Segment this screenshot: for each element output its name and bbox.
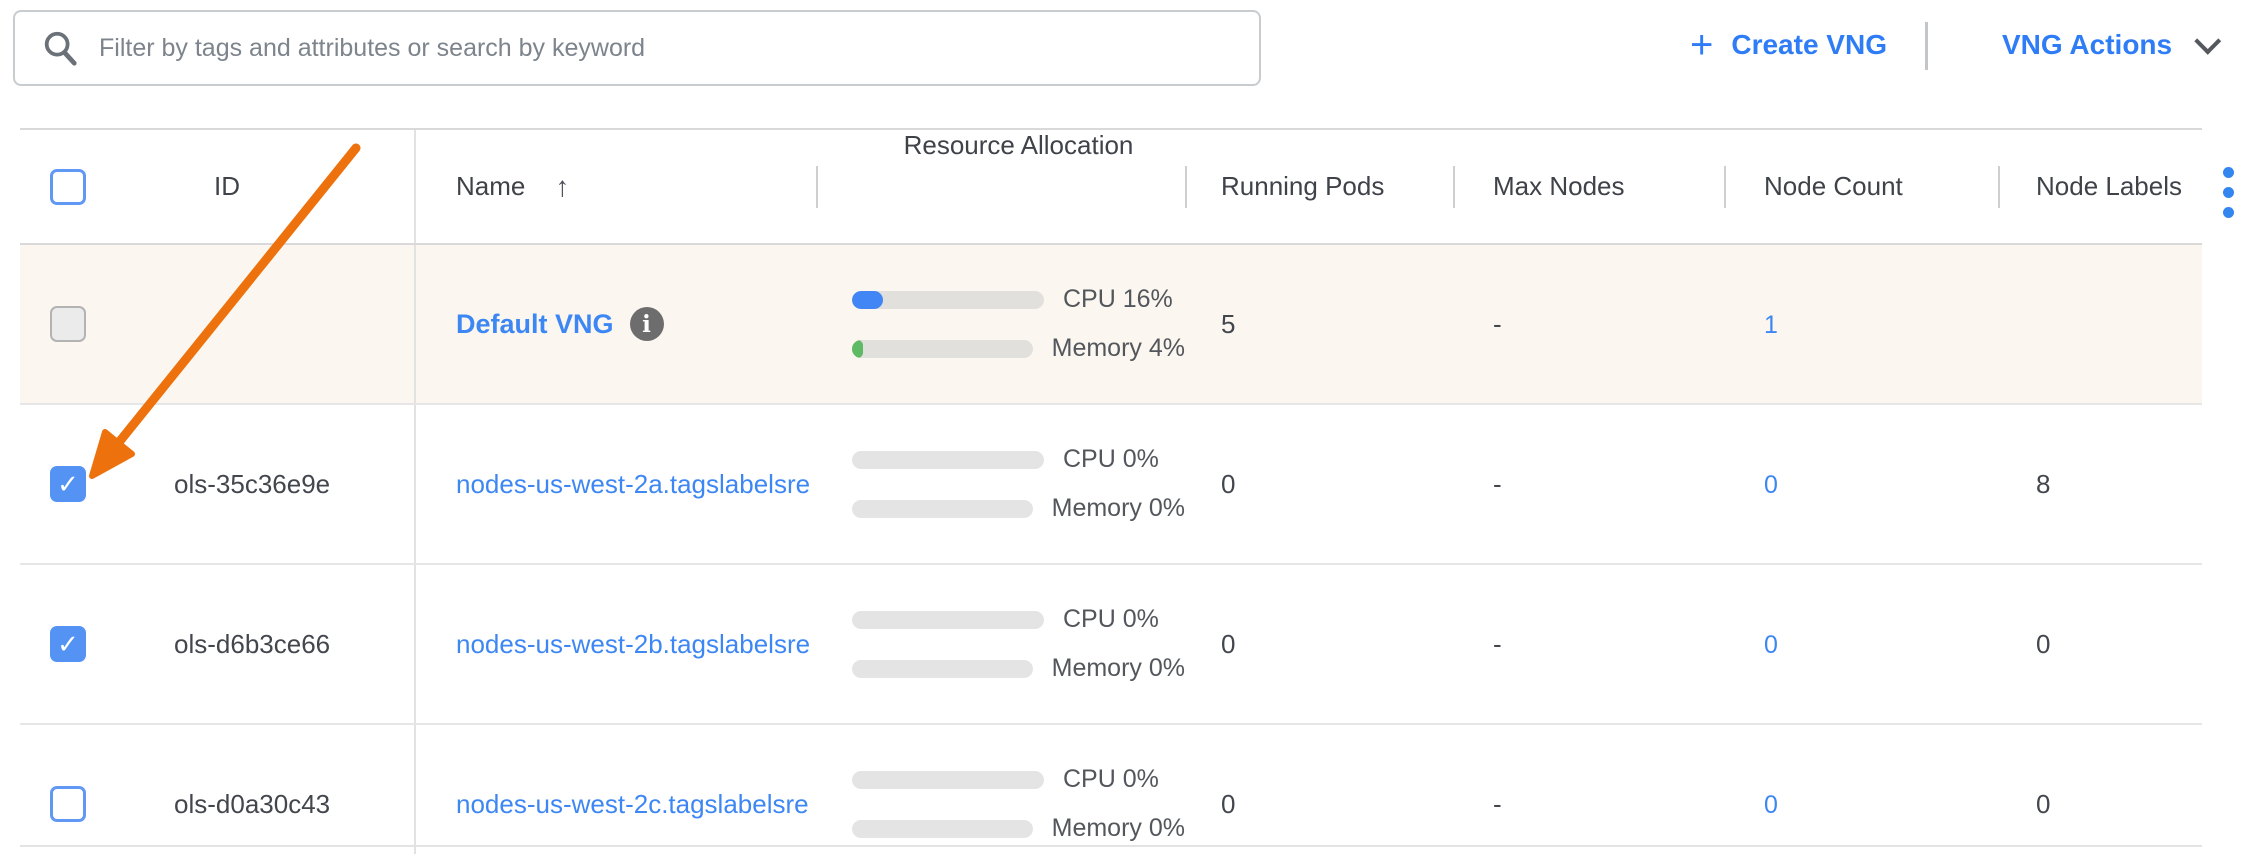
memory-label: Memory 0% (1052, 814, 1185, 843)
cpu-label: CPU 0% (1063, 765, 1159, 794)
running-pods-value: 0 (1185, 469, 1453, 500)
memory-label: Memory 0% (1052, 494, 1185, 523)
memory-usage-bar (852, 340, 1033, 358)
search-icon (41, 29, 79, 67)
memory-usage-bar (852, 500, 1033, 518)
max-nodes-value: - (1453, 309, 1724, 340)
column-header-resource-allocation[interactable]: Resource Allocation (816, 130, 1185, 243)
table-row: Default VNG CPU 16% Memory 4% 5 - 1 (20, 245, 2202, 405)
select-all-checkbox[interactable] (50, 169, 86, 205)
column-header-max-nodes[interactable]: Max Nodes (1453, 130, 1724, 243)
node-labels-value: 0 (1998, 629, 2202, 660)
memory-label: Memory 4% (1052, 334, 1185, 363)
vng-actions-dropdown[interactable]: VNG Actions (2002, 22, 2213, 68)
column-header-running-pods[interactable]: Running Pods (1185, 130, 1453, 243)
cpu-usage-bar (852, 451, 1044, 469)
table-header-row: ID Name ↑ Resource Allocation Running Po… (20, 130, 2202, 245)
column-header-node-count[interactable]: Node Count (1724, 130, 1998, 243)
running-pods-value: 0 (1185, 789, 1453, 820)
memory-bar-fill (852, 340, 863, 358)
row-checkbox[interactable] (50, 466, 86, 502)
search-input[interactable]: Filter by tags and attributes or search … (13, 10, 1261, 86)
cpu-usage-bar (852, 771, 1044, 789)
info-icon[interactable] (630, 307, 664, 341)
cpu-bar-fill (852, 291, 883, 309)
cpu-label: CPU 0% (1063, 445, 1159, 474)
vng-name-link[interactable]: nodes-us-west-2c.tagslabelsre (456, 789, 809, 820)
table-row: ols-35c36e9e nodes-us-west-2a.tagslabels… (20, 405, 2202, 565)
node-count-link[interactable]: 0 (1764, 631, 1778, 659)
column-options-kebab-icon[interactable] (2221, 165, 2236, 220)
row-checkbox[interactable] (50, 786, 86, 822)
cpu-usage-bar (852, 291, 1044, 309)
table-row: ols-d0a30c43 nodes-us-west-2c.tagslabels… (20, 725, 2202, 854)
vng-list-page: Filter by tags and attributes or search … (0, 0, 2258, 854)
chevron-down-icon (2194, 27, 2221, 54)
column-header-id[interactable]: ID (140, 130, 414, 243)
cpu-label: CPU 0% (1063, 605, 1159, 634)
table-body: Default VNG CPU 16% Memory 4% 5 - 1 ols-… (20, 245, 2202, 854)
max-nodes-value: - (1453, 469, 1724, 500)
node-count-link[interactable]: 1 (1764, 311, 1778, 339)
table-bottom-border (20, 845, 2202, 847)
node-count-link[interactable]: 0 (1764, 471, 1778, 499)
node-labels-value: 8 (1998, 469, 2202, 500)
column-header-node-labels[interactable]: Node Labels (1998, 130, 2202, 243)
search-placeholder: Filter by tags and attributes or search … (99, 34, 645, 63)
vng-id: ols-d0a30c43 (140, 789, 414, 820)
vng-id: ols-35c36e9e (140, 469, 414, 500)
vng-name-link[interactable]: nodes-us-west-2a.tagslabelsre (456, 469, 810, 500)
vng-actions-label: VNG Actions (2002, 29, 2172, 61)
row-checkbox[interactable] (50, 626, 86, 662)
sort-ascending-icon: ↑ (555, 171, 569, 203)
create-vng-label: Create VNG (1731, 29, 1887, 61)
table-row: ols-d6b3ce66 nodes-us-west-2b.tagslabels… (20, 565, 2202, 725)
row-checkbox[interactable] (50, 306, 86, 342)
running-pods-value: 5 (1185, 309, 1453, 340)
memory-usage-bar (852, 660, 1033, 678)
memory-usage-bar (852, 820, 1033, 838)
cpu-label: CPU 16% (1063, 285, 1173, 314)
running-pods-value: 0 (1185, 629, 1453, 660)
vng-id: ols-d6b3ce66 (140, 629, 414, 660)
memory-label: Memory 0% (1052, 654, 1185, 683)
vng-name-link[interactable]: nodes-us-west-2b.tagslabelsre (456, 629, 810, 660)
cpu-usage-bar (852, 611, 1044, 629)
column-header-name[interactable]: Name ↑ (414, 130, 816, 243)
node-labels-value: 0 (1998, 789, 2202, 820)
max-nodes-value: - (1453, 789, 1724, 820)
plus-icon: + (1690, 25, 1713, 65)
vng-name-link[interactable]: Default VNG (456, 309, 614, 340)
node-count-link[interactable]: 0 (1764, 791, 1778, 819)
vng-table: ID Name ↑ Resource Allocation Running Po… (20, 128, 2202, 854)
create-vng-button[interactable]: + Create VNG (1690, 22, 1887, 68)
toolbar-divider (1925, 22, 1928, 70)
max-nodes-value: - (1453, 629, 1724, 660)
